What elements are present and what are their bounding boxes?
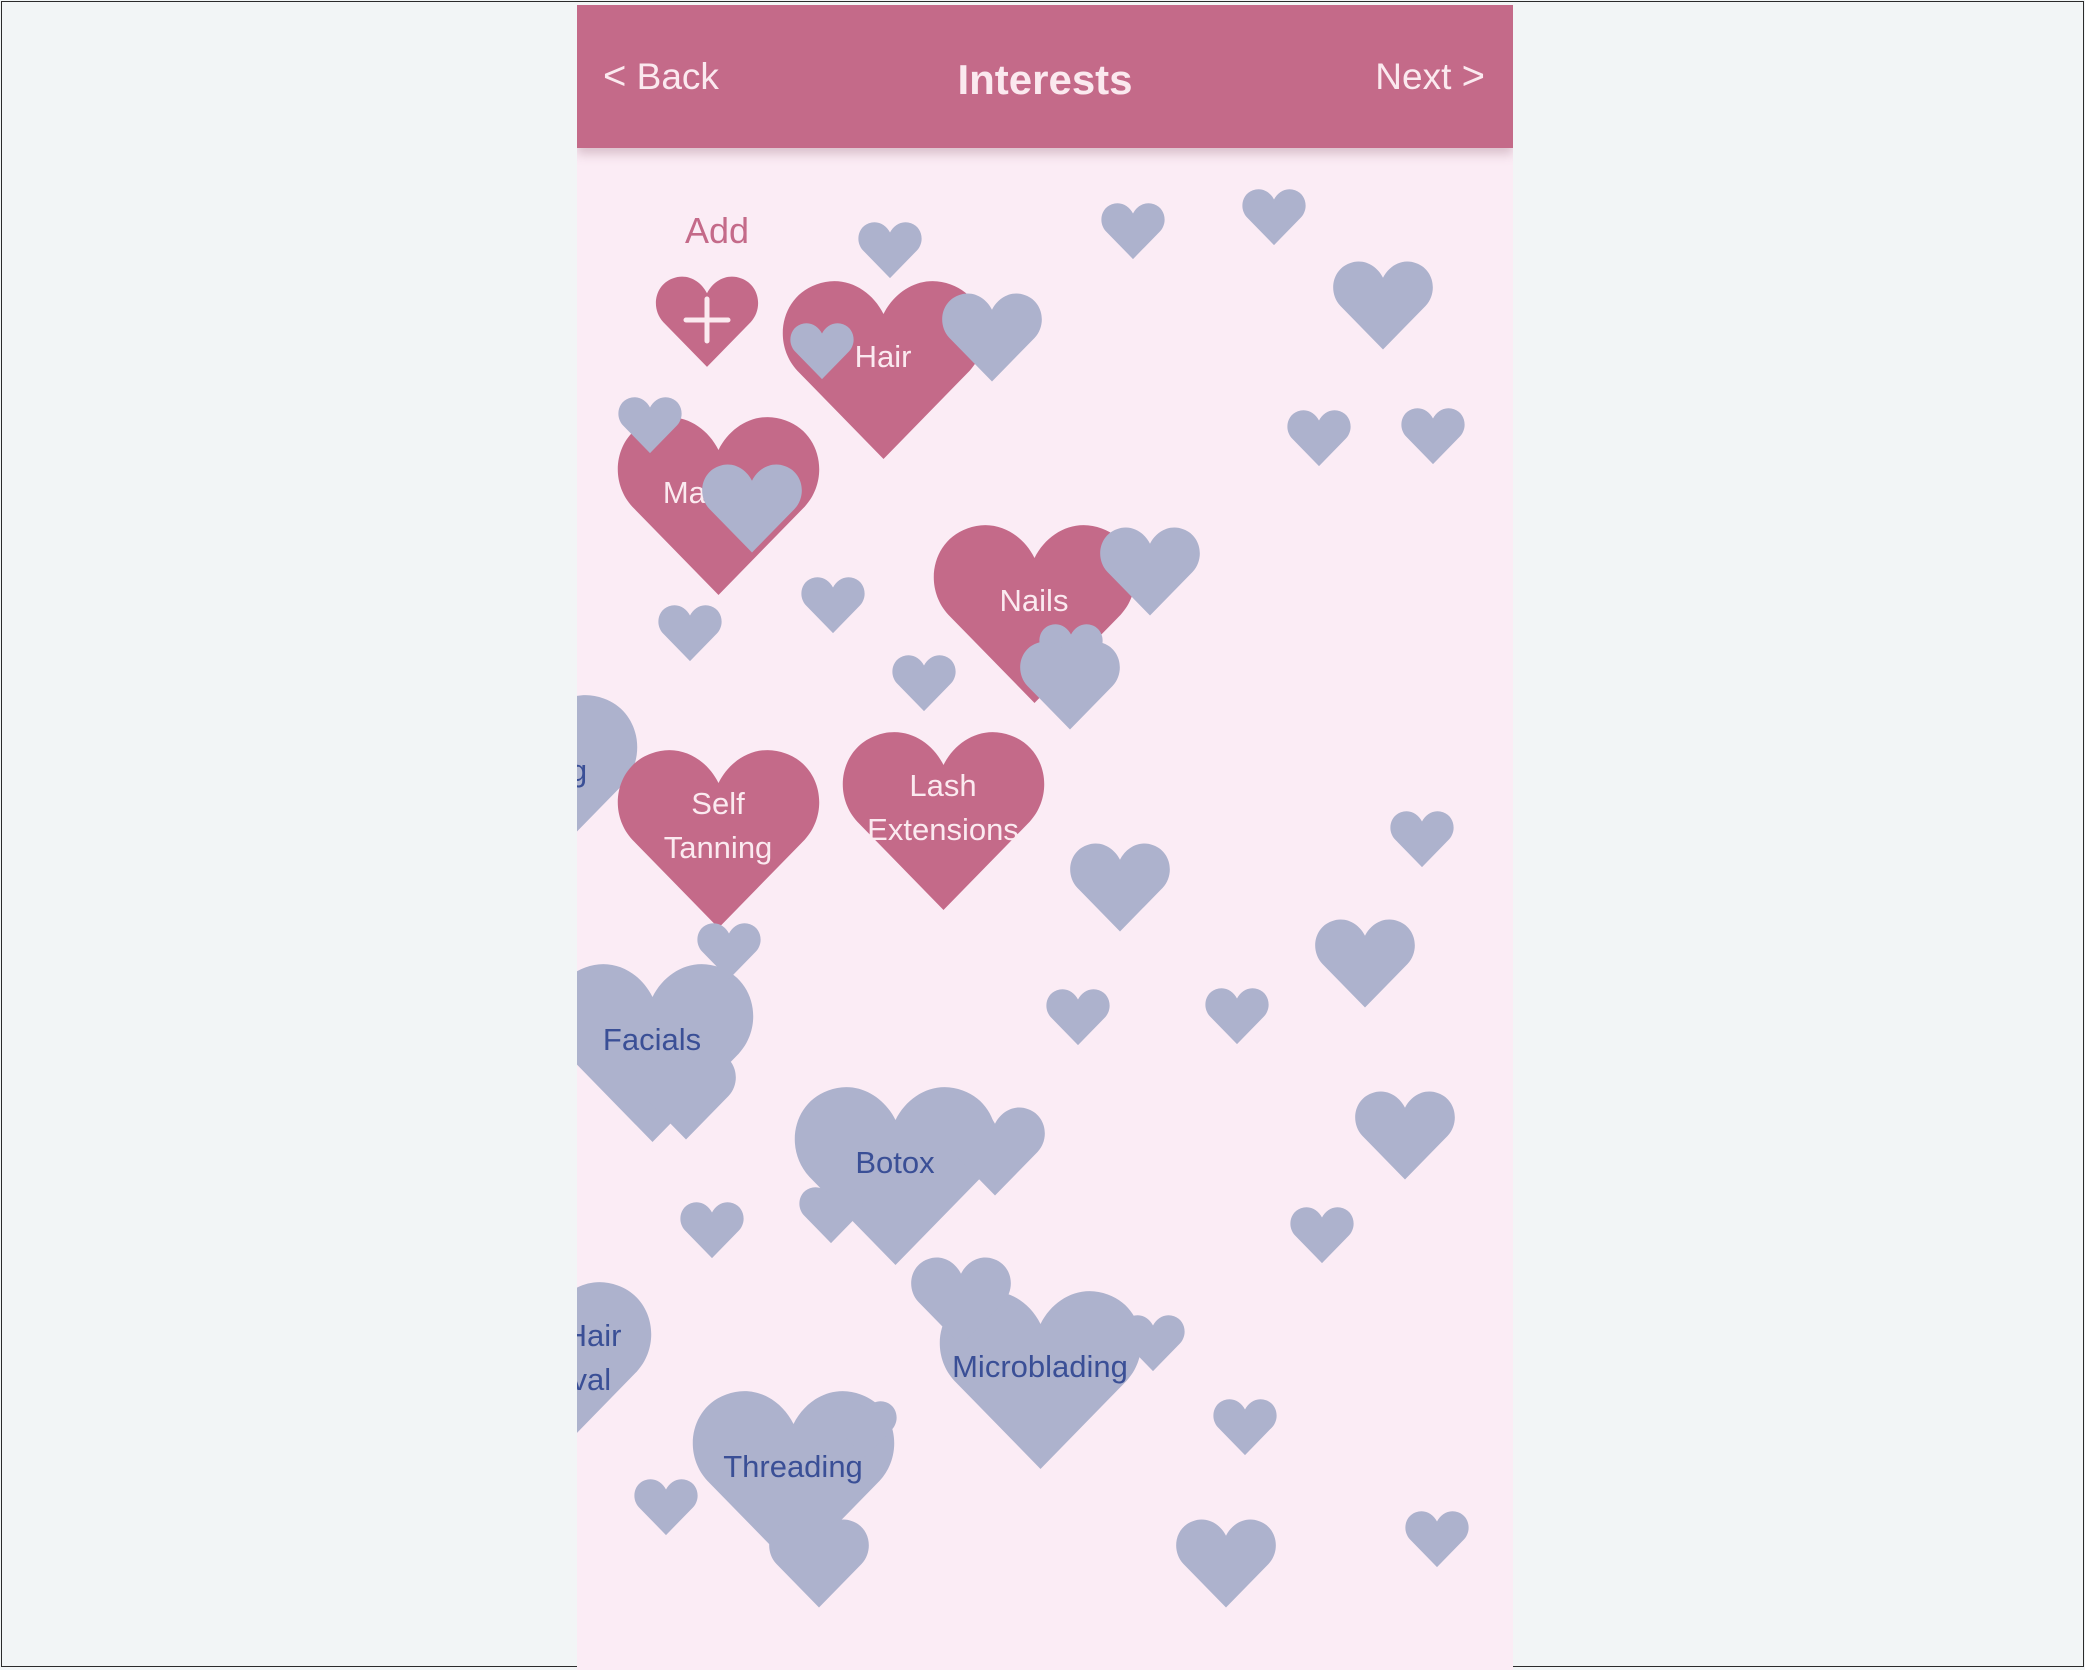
decorative-heart-icon — [767, 1516, 871, 1610]
decorative-heart-icon — [634, 1048, 738, 1142]
decorative-heart-icon — [832, 1399, 898, 1458]
decorative-heart-icon — [679, 1200, 745, 1259]
interest-heart-lash-extensions[interactable]: Lash Extensions — [836, 725, 1051, 914]
decorative-heart-icon — [1331, 258, 1435, 352]
interest-label: Self — [691, 786, 745, 822]
decorative-heart-icon — [1400, 406, 1466, 465]
interest-heart-laser-hair-removal[interactable]: Laser Hair Removal — [577, 1275, 658, 1464]
decorative-heart-icon — [1098, 524, 1202, 618]
interest-label: Lash — [909, 768, 977, 804]
phone-screen: < Back Interests Next > HairMakeupNailsW… — [577, 5, 1513, 1670]
decorative-heart-icon — [1241, 187, 1307, 246]
interest-heart-self-tanning[interactable]: Self Tanning — [611, 743, 826, 932]
page-title: Interests — [957, 56, 1133, 103]
next-label: Next — [1375, 56, 1452, 97]
decorative-heart-icon — [1353, 1088, 1457, 1182]
interest-label: Tanning — [663, 830, 773, 866]
decorative-heart-icon — [800, 575, 866, 634]
decorative-heart-icon — [1404, 1509, 1470, 1568]
decorative-heart-icon — [789, 321, 855, 380]
decorative-heart-icon — [1313, 916, 1417, 1010]
chevron-right-icon: > — [1461, 54, 1485, 98]
screenshot-frame: < Back Interests Next > HairMakeupNailsW… — [1, 1, 2084, 1670]
decorative-heart-icon — [700, 461, 804, 555]
plus-icon — [683, 296, 731, 344]
next-button[interactable]: Next > — [1375, 5, 1485, 148]
decorative-heart-icon — [1389, 809, 1455, 868]
decorative-heart-icon — [1045, 987, 1111, 1046]
nav-bar: < Back Interests Next > — [577, 5, 1513, 148]
decorative-heart-icon — [657, 603, 723, 662]
interest-label: Extensions — [867, 812, 1019, 848]
decorative-heart-icon — [1289, 1205, 1355, 1264]
decorative-heart-icon — [798, 1185, 864, 1244]
interest-label: Removal — [577, 1362, 612, 1398]
decorative-heart-icon — [1174, 1516, 1278, 1610]
decorative-heart-icon — [1204, 986, 1270, 1045]
decorative-heart-icon — [943, 1104, 1047, 1198]
interest-label: Microblading — [952, 1349, 1128, 1385]
decorative-heart-icon — [1212, 1397, 1278, 1456]
decorative-heart-icon — [1068, 840, 1172, 934]
decorative-heart-icon — [940, 290, 1044, 384]
interests-field: HairMakeupNailsWaxingSelfTanningLashExte… — [577, 5, 1513, 1670]
decorative-heart-icon — [1286, 408, 1352, 467]
decorative-heart-icon — [909, 1254, 1013, 1348]
decorative-heart-icon — [1100, 201, 1166, 260]
add-interest-button[interactable] — [652, 273, 762, 369]
decorative-heart-icon — [617, 395, 683, 454]
add-label: Add — [684, 210, 750, 251]
decorative-heart-icon — [1018, 638, 1122, 732]
decorative-heart-icon — [891, 653, 957, 712]
decorative-heart-icon — [633, 1477, 699, 1536]
decorative-heart-icon — [1120, 1313, 1186, 1372]
decorative-heart-icon — [857, 220, 923, 279]
decorative-heart-icon — [696, 921, 762, 980]
interest-label: Laser Hair — [577, 1318, 622, 1354]
